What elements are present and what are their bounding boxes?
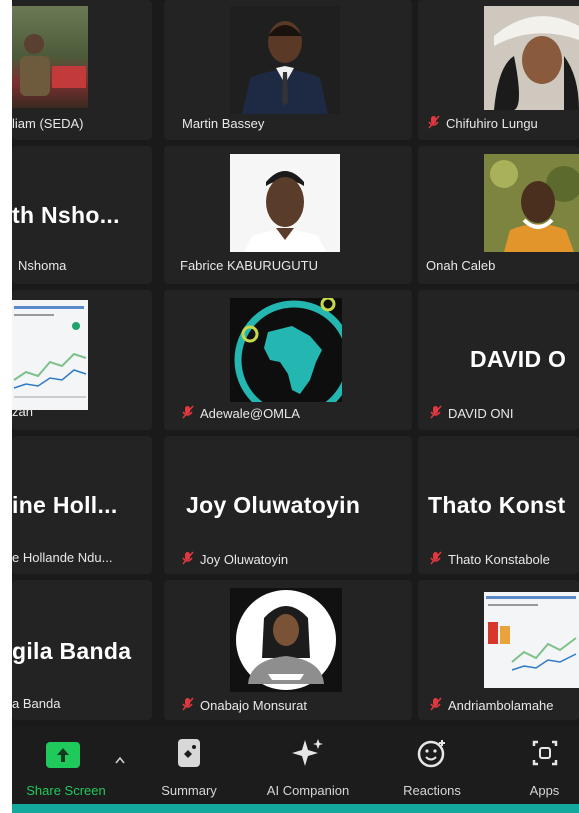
- participant-tile[interactable]: Martin Bassey: [164, 0, 412, 140]
- participant-name: Nshoma: [18, 258, 67, 273]
- participant-photo: [230, 6, 340, 114]
- participant-name: Martin Bassey: [182, 116, 265, 131]
- participant-name: liam (SEDA): [12, 116, 84, 131]
- participant-name: zan: [12, 404, 33, 419]
- participant-name: Adewale@OMLA: [200, 406, 300, 421]
- reactions-label: Reactions: [403, 783, 461, 798]
- participant-name: Joy Oluwatoyin: [200, 552, 289, 567]
- participant-tile[interactable]: Chifuhiro Lungu: [418, 0, 579, 140]
- summary-icon: [178, 739, 200, 767]
- meeting-window: liam (SEDA) Martin Bassey Chifuhiro Lung…: [12, 0, 579, 813]
- participant-tile[interactable]: gila Banda a Banda: [12, 580, 152, 720]
- participant-display-name: Thato Konst: [428, 492, 566, 518]
- participant-tile[interactable]: Thato Konst Thato Konstabole: [418, 436, 579, 574]
- participant-tile[interactable]: Andriambolamahe: [418, 580, 579, 720]
- meeting-toolbar: Share Screen Summary AI Companion Reacti…: [12, 726, 579, 804]
- summary-button[interactable]: Summary: [144, 726, 234, 804]
- participant-tile[interactable]: zan: [12, 290, 152, 430]
- ai-companion-button[interactable]: AI Companion: [248, 726, 368, 804]
- participant-name: Fabrice KABURUGUTU: [180, 258, 318, 273]
- participant-tile[interactable]: Joy Oluwatoyin Joy Oluwatoyin: [164, 436, 412, 574]
- participant-tile[interactable]: DAVID O DAVID ONI: [418, 290, 579, 430]
- shared-chart-thumbnail: [12, 300, 88, 410]
- participant-name: Onah Caleb: [426, 258, 496, 273]
- participant-name: Chifuhiro Lungu: [446, 116, 538, 131]
- bottom-accent-strip: [12, 804, 579, 813]
- participant-tile[interactable]: Fabrice KABURUGUTU: [164, 146, 412, 284]
- participant-photo: [12, 6, 88, 108]
- participant-display-name: gila Banda: [12, 638, 132, 664]
- apps-button[interactable]: Apps: [510, 726, 579, 804]
- muted-mic-icon: [182, 551, 194, 565]
- participant-photo: [230, 588, 342, 692]
- apps-icon: [532, 740, 558, 766]
- reactions-button[interactable]: Reactions: [384, 726, 480, 804]
- participant-photo: [484, 6, 579, 110]
- participant-tile[interactable]: Onabajo Monsurat: [164, 580, 412, 720]
- participant-photo: [230, 154, 340, 252]
- chevron-up-icon: [115, 756, 125, 764]
- participant-name: Andriambolamahe: [448, 698, 554, 713]
- reactions-icon: [417, 740, 445, 768]
- participant-name: DAVID ONI: [448, 406, 514, 421]
- muted-mic-icon: [182, 405, 194, 419]
- share-options-chevron[interactable]: [108, 726, 132, 804]
- video-grid: liam (SEDA) Martin Bassey Chifuhiro Lung…: [12, 0, 579, 726]
- participant-display-name: DAVID O: [470, 346, 567, 372]
- participant-avatar-logo: [230, 298, 342, 402]
- participant-display-name: th Nsho...: [12, 202, 120, 228]
- summary-label: Summary: [161, 783, 217, 798]
- shared-chart-thumbnail: [484, 592, 579, 688]
- muted-mic-icon: [182, 697, 194, 711]
- apps-label: Apps: [529, 783, 560, 798]
- participant-name: e Hollande Ndu...: [12, 550, 113, 565]
- participant-tile[interactable]: th Nsho... Nshoma: [12, 146, 152, 284]
- muted-mic-icon: [430, 405, 442, 419]
- participant-name: Thato Konstabole: [448, 552, 550, 567]
- participant-display-name: Joy Oluwatoyin: [186, 492, 361, 518]
- participant-name: Onabajo Monsurat: [200, 698, 307, 713]
- participant-tile[interactable]: Adewale@OMLA: [164, 290, 412, 430]
- participant-tile[interactable]: ine Holl... e Hollande Ndu...: [12, 436, 152, 574]
- participant-display-name: ine Holl...: [12, 492, 118, 518]
- participant-tile[interactable]: liam (SEDA): [12, 0, 152, 140]
- muted-mic-icon: [430, 697, 442, 711]
- ai-sparkle-icon: [292, 739, 323, 766]
- muted-mic-icon: [430, 551, 442, 565]
- participant-name: a Banda: [12, 696, 61, 711]
- share-screen-button[interactable]: Share Screen: [12, 726, 120, 804]
- ai-companion-label: AI Companion: [266, 783, 350, 798]
- participant-photo: [484, 154, 579, 252]
- muted-mic-icon: [428, 115, 440, 129]
- share-screen-label: Share Screen: [26, 783, 106, 798]
- participant-tile[interactable]: Onah Caleb: [418, 146, 579, 284]
- share-screen-icon: [46, 742, 80, 768]
